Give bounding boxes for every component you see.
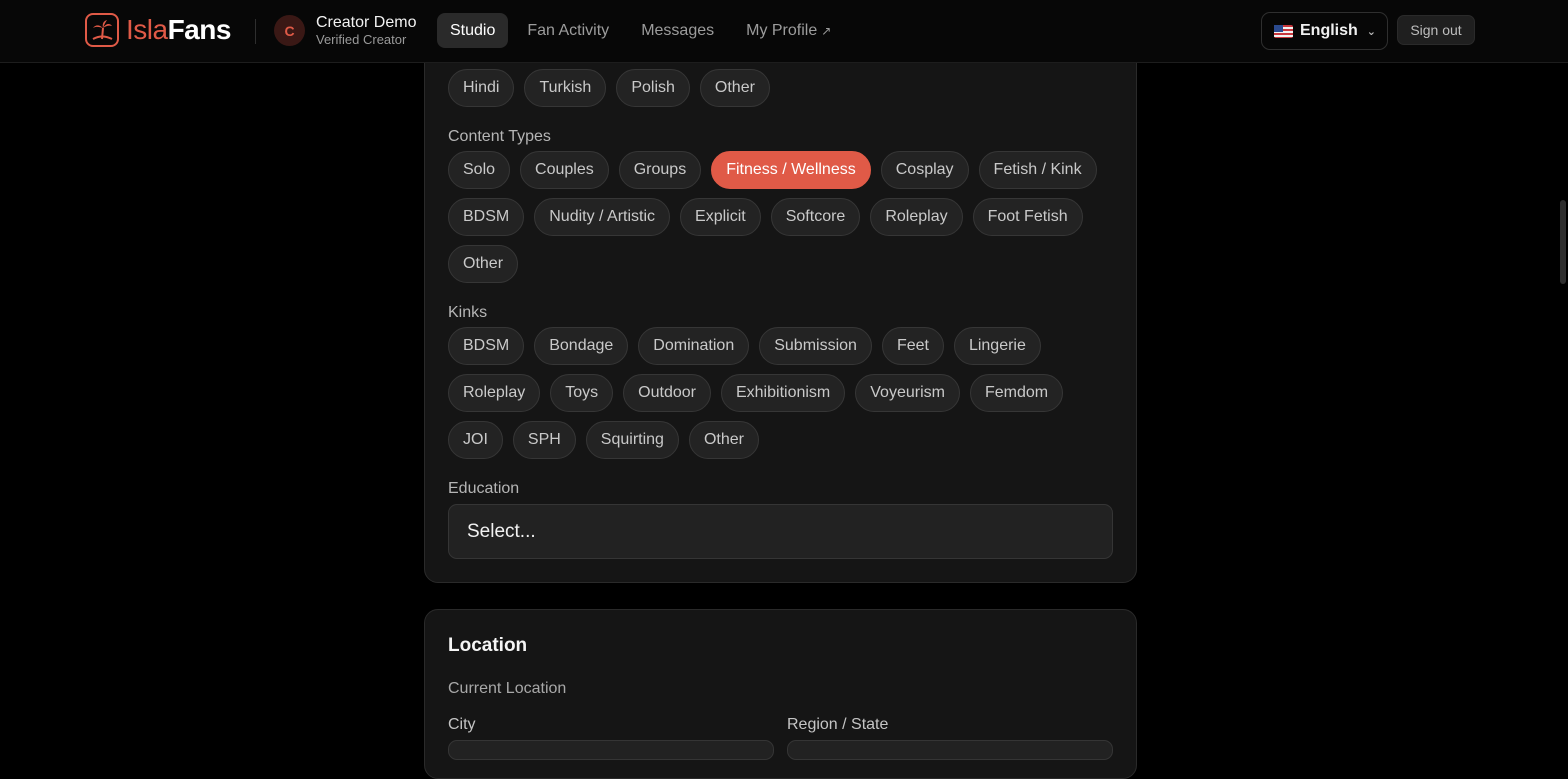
chip-kink-femdom[interactable]: Femdom	[969, 374, 1064, 412]
kink-chips-row-2: Roleplay Toys Outdoor Exhibitionism Voye…	[448, 374, 1073, 412]
chip-content-explicit[interactable]: Explicit	[680, 198, 761, 236]
chip-kink-bondage[interactable]: Bondage	[534, 327, 629, 365]
nav-messages[interactable]: Messages	[628, 13, 727, 48]
region-input[interactable]	[787, 740, 1113, 760]
language-chips: Hindi Turkish Polish Other	[448, 69, 780, 107]
chip-language-other[interactable]: Other	[699, 69, 770, 107]
brand-part-2: Fans	[167, 14, 232, 45]
chip-kink-squirting[interactable]: Squirting	[585, 421, 679, 459]
chip-content-nudity-artistic[interactable]: Nudity / Artistic	[534, 198, 671, 236]
content-types-label: Content Types	[448, 128, 551, 145]
chevron-down-icon: ⌄	[1366, 25, 1376, 38]
kinks-label: Kinks	[448, 304, 488, 321]
education-label: Education	[448, 480, 520, 497]
city-label: City	[448, 716, 476, 733]
chip-kink-voyeurism[interactable]: Voyeurism	[855, 374, 960, 412]
avatar[interactable]: C	[274, 15, 305, 46]
chip-kink-joi[interactable]: JOI	[448, 421, 503, 459]
chip-kink-bdsm[interactable]: BDSM	[448, 327, 525, 365]
palm-tree-icon	[85, 13, 119, 47]
chip-content-softcore[interactable]: Softcore	[770, 198, 861, 236]
top-navigation-bar: IslaFans C Creator Demo Verified Creator…	[0, 0, 1568, 63]
chip-kink-feet[interactable]: Feet	[881, 327, 944, 365]
chip-content-foot-fetish[interactable]: Foot Fetish	[972, 198, 1083, 236]
chip-content-fitness-wellness[interactable]: Fitness / Wellness	[711, 151, 871, 189]
chip-language-polish[interactable]: Polish	[616, 69, 690, 107]
content-type-chips-row-1: Solo Couples Groups Fitness / Wellness C…	[448, 151, 1107, 189]
chip-kink-roleplay[interactable]: Roleplay	[448, 374, 541, 412]
education-select[interactable]: Select...	[448, 504, 1113, 559]
brand-part-1: Isla	[126, 14, 168, 45]
chip-kink-other[interactable]: Other	[688, 421, 759, 459]
main-nav: Studio Fan Activity Messages My Profile …	[437, 13, 850, 48]
chip-kink-submission[interactable]: Submission	[759, 327, 872, 365]
kink-chips-row-3: JOI SPH Squirting Other	[448, 421, 769, 459]
profile-details-card	[424, 40, 1137, 583]
chip-kink-lingerie[interactable]: Lingerie	[953, 327, 1041, 365]
content-type-chips-row-3: Other	[448, 245, 528, 283]
kink-chips-row-1: BDSM Bondage Domination Submission Feet …	[448, 327, 1051, 365]
sign-out-button[interactable]: Sign out	[1397, 15, 1475, 45]
creator-name: Creator Demo	[316, 14, 417, 31]
chip-language-turkish[interactable]: Turkish	[524, 69, 607, 107]
current-location-label: Current Location	[448, 680, 567, 697]
chip-language-hindi[interactable]: Hindi	[448, 69, 515, 107]
nav-my-profile-label: My Profile	[746, 21, 818, 39]
chip-content-solo[interactable]: Solo	[448, 151, 511, 189]
chip-content-bdsm[interactable]: BDSM	[448, 198, 525, 236]
content-type-chips-row-2: BDSM Nudity / Artistic Explicit Softcore…	[448, 198, 1093, 236]
nav-fan-activity[interactable]: Fan Activity	[514, 13, 622, 48]
chip-content-couples[interactable]: Couples	[520, 151, 609, 189]
chip-kink-toys[interactable]: Toys	[550, 374, 614, 412]
chip-content-groups[interactable]: Groups	[618, 151, 702, 189]
chip-content-fetish-kink[interactable]: Fetish / Kink	[978, 151, 1097, 189]
chip-content-roleplay[interactable]: Roleplay	[870, 198, 963, 236]
region-label: Region / State	[787, 716, 889, 733]
nav-studio[interactable]: Studio	[437, 13, 509, 48]
language-selector[interactable]: English ⌄	[1261, 12, 1388, 50]
chip-content-cosplay[interactable]: Cosplay	[880, 151, 969, 189]
nav-my-profile[interactable]: My Profile ↗	[733, 13, 844, 48]
chip-kink-exhibitionism[interactable]: Exhibitionism	[720, 374, 846, 412]
chip-kink-sph[interactable]: SPH	[512, 421, 576, 459]
location-title: Location	[448, 635, 528, 656]
chip-kink-domination[interactable]: Domination	[638, 327, 750, 365]
page-scrollbar[interactable]	[1560, 200, 1566, 284]
chip-kink-outdoor[interactable]: Outdoor	[623, 374, 711, 412]
language-label: English	[1300, 22, 1358, 39]
brand-wordmark: IslaFans	[126, 14, 231, 46]
us-flag-icon	[1274, 24, 1293, 38]
creator-status: Verified Creator	[316, 32, 407, 47]
header-divider	[255, 19, 256, 44]
brand-logo[interactable]: IslaFans	[85, 13, 231, 47]
chip-content-other[interactable]: Other	[448, 245, 519, 283]
city-input[interactable]	[448, 740, 774, 760]
external-link-icon: ↗	[821, 23, 832, 38]
